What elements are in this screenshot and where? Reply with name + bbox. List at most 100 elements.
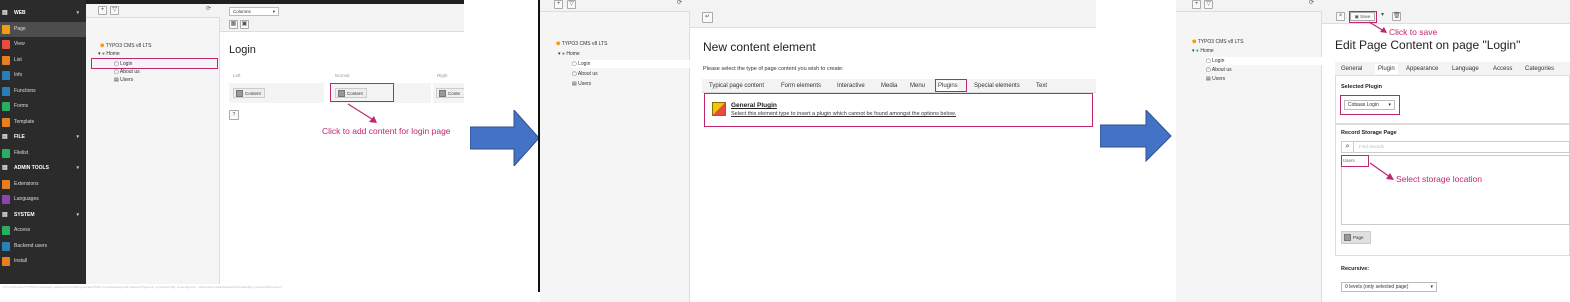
new-page-icon[interactable]: + [554,0,563,9]
tab-text[interactable]: Text [1036,81,1047,91]
refresh-icon[interactable]: ⟳ [204,6,213,15]
globe-icon: ● [1195,48,1199,54]
tree-home-label: Home [106,51,120,57]
globe-icon: ● [101,51,105,57]
refresh-icon[interactable]: ⟳ [675,0,684,9]
module-extensions[interactable]: Extensions [0,177,86,192]
filter-icon[interactable]: ▽ [567,0,576,9]
filter-icon[interactable]: ▽ [1204,0,1213,9]
tree-item-login[interactable]: ▢ Login [572,60,690,68]
module-backend-users[interactable]: Backend users [0,239,86,254]
close-icon[interactable]: × [1336,12,1345,21]
module-menu: ▤ WEB ▾ Page View List Info Functions Forms Templ… [0,0,86,284]
tree-item-login[interactable]: ▢ Login [1206,57,1322,65]
tab-menu[interactable]: Menu [910,81,925,91]
new-content-icon[interactable]: ▦ [229,20,238,29]
tab-categories[interactable]: Categories [1525,64,1554,74]
module-access[interactable]: Access [0,223,86,238]
module-view[interactable]: View [0,37,86,52]
module-group-system[interactable]: ▤ SYSTEM ▾ [0,208,86,223]
tab-typical[interactable]: Typical page content [709,81,764,91]
module-install[interactable]: Install [0,254,86,269]
col-header-left: Left [233,73,241,78]
callout-add-content: Click to add content for login page [322,126,451,136]
tree-item-about[interactable]: ▢ About us [114,68,140,76]
tree-item-about[interactable]: ▢ About us [572,70,598,78]
tree-item-users[interactable]: ▤ Users [572,80,591,88]
intro-text: Please select the type of page content y… [703,66,844,72]
tree-root[interactable]: ⬢ TYPO3 CMS v8 LTS [100,42,151,50]
module-group-web[interactable]: ▤ WEB ▾ [0,6,86,21]
tree-item-home[interactable]: ▾ ● Home [1192,47,1214,55]
tab-plugin[interactable]: Plugin [1375,64,1398,74]
module-page[interactable]: Page [0,21,86,37]
view-select-label: Columns [233,9,251,14]
module-label: Page [14,25,26,32]
tree-login-label: Login [1212,58,1225,64]
view-icon [2,40,10,49]
new-page-icon[interactable]: + [1192,0,1201,9]
filter-icon[interactable]: ▽ [110,6,119,15]
module-languages[interactable]: Languages [0,192,86,207]
page-browser-button[interactable]: Page [1341,231,1371,244]
tab-special[interactable]: Special elements [974,81,1020,91]
module-forms[interactable]: Forms [0,99,86,114]
tree-root[interactable]: ⬢ TYPO3 CMS v8 LTS [1192,38,1243,46]
languages-icon [2,195,10,204]
module-label: Access [14,227,31,233]
add-content-left-button[interactable]: Content [233,88,265,98]
typo3-icon: ⬢ [1192,39,1197,45]
new-page-icon[interactable]: + [98,6,107,15]
module-label: View [14,41,25,47]
tree-item-home[interactable]: ▾ ● Home [98,50,120,58]
tree-users-label: Users [120,77,134,83]
tab-general[interactable]: General [1341,64,1362,74]
module-label: ADMIN TOOLS [14,165,49,171]
access-icon [2,226,10,235]
tab-interactive[interactable]: Interactive [837,81,865,91]
module-filelist[interactable]: Filelist [0,146,86,161]
flow-arrow-1 [470,110,540,166]
tree-item-about[interactable]: ▢ About us [1206,66,1232,74]
tree-root[interactable]: ⬢ TYPO3 CMS v8 LTS [556,40,607,48]
tab-appearance[interactable]: Appearance [1406,64,1438,74]
tree-item-users[interactable]: ▤ Users [1206,75,1225,83]
record-search-field[interactable]: ⌕ Find records [1341,141,1570,153]
module-info[interactable]: Info [0,68,86,83]
help-icon[interactable]: ? [229,110,239,120]
list-icon [2,55,10,65]
tree-item-users[interactable]: ▤ Users [114,76,133,84]
module-group-admin-tools[interactable]: ▤ ADMIN TOOLS ▾ [0,161,86,176]
module-template[interactable]: Template [0,115,86,130]
tree-about-label: About us [577,71,598,77]
tab-language[interactable]: Language [1452,64,1479,74]
page-tree: + ▽ ⟳ ⬢ TYPO3 CMS v8 LTS ▾ ● Home ▢ Logi… [86,4,220,284]
refresh-icon[interactable]: ⟳ [1307,0,1316,9]
back-icon[interactable]: ↵ [702,12,713,23]
tree-item-home[interactable]: ▾ ● Home [558,50,580,58]
page-icon: ▢ [114,69,119,75]
install-icon [2,257,10,266]
docheader: Columns ▾ ▦ ▣ [220,4,464,32]
module-list[interactable]: List [0,53,86,68]
flow-arrow-2 [1100,110,1172,162]
module-label: Filelist [14,149,29,156]
page-icon: ▢ [572,61,577,67]
tab-form-elements[interactable]: Form elements [781,81,821,91]
module-functions[interactable]: Functions [0,84,86,99]
recursive-select[interactable]: 0 levels (only selected page) ▾ [1341,282,1437,292]
edit-content-area: × ▣ Save ▾ 🗑 Click to save Edit Page Con… [1322,0,1570,302]
module-group-file[interactable]: ▤ FILE ▾ [0,130,86,145]
copy-icon[interactable]: ▣ [240,20,249,29]
folder-icon: ▤ [572,81,577,87]
tree-users-label: Users [1212,76,1226,82]
forms-icon [2,102,10,111]
view-select[interactable]: Columns ▾ [229,7,279,16]
tab-access[interactable]: Access [1493,64,1512,74]
plugins-tab-highlight [935,79,967,92]
general-plugin-item[interactable]: General Plugin Select this element type … [704,93,1093,127]
tab-media[interactable]: Media [881,81,897,91]
add-content-right-button[interactable]: Conte [436,88,464,98]
folder-icon: ▤ [114,77,119,83]
chevron-down-icon: ▾ [76,134,79,140]
